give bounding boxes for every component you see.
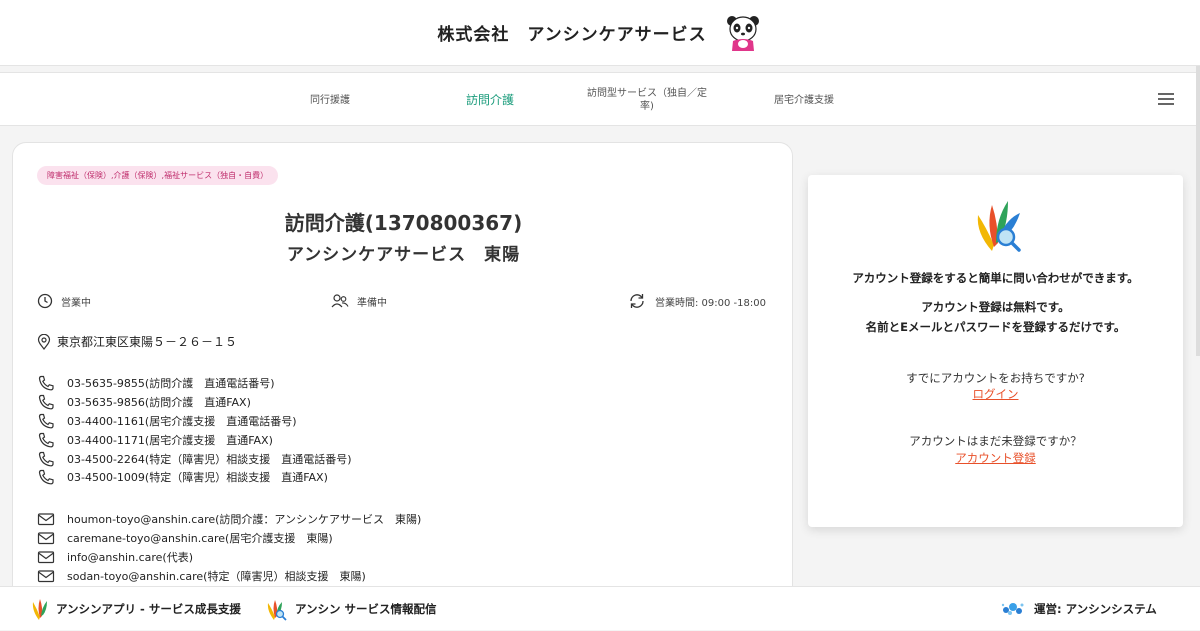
panda-mascot-icon xyxy=(723,13,763,53)
office-name: アンシンケアサービス 東陽 xyxy=(286,245,521,265)
operator-link[interactable]: 運営: アンシンシステム xyxy=(1000,587,1157,631)
company-title[interactable]: 株式会社 アンシンケアサービス xyxy=(437,20,706,45)
address: 東京都江東区東陽５－２６－１５ xyxy=(37,333,237,350)
login-link[interactable]: ログイン xyxy=(808,386,1183,402)
phone-list: 03-5635-9855(訪問介護 直通電話番号) 03-5635-9856(訪… xyxy=(37,374,352,487)
phone-item[interactable]: 03-4500-1009(特定（障害児）相談支援 直通FAX) xyxy=(37,468,352,487)
status-open: 営業中 xyxy=(37,291,91,311)
tab-kyotaku-kaigo-shien[interactable]: 居宅介護支援 xyxy=(754,73,854,127)
anshin-system-logo-icon xyxy=(1001,603,1024,615)
anshin-info-link[interactable]: アンシン サービス情報配信 xyxy=(267,587,437,631)
hamburger-menu-icon[interactable] xyxy=(1158,93,1174,105)
service-title: 訪問介護(1370800367) xyxy=(284,211,523,235)
tab-houmon-gata-service[interactable]: 訪問型サービス（独自／定 率) xyxy=(580,73,714,127)
phone-item[interactable]: 03-4500-2264(特定（障害児）相談支援 直通電話番号) xyxy=(37,449,352,468)
anshin-search-logo-icon xyxy=(977,201,1021,252)
phone-icon xyxy=(38,376,54,391)
status-preparing: 準備中 xyxy=(331,291,387,311)
account-free-text: アカウント登録は無料です。 xyxy=(921,300,1070,314)
tab-houmon-kaigo[interactable]: 訪問介護 xyxy=(440,73,540,127)
site-footer: アンシンアプリ - サービス成長支援 アンシン サービス情報配信 運営: アンシ… xyxy=(0,586,1200,630)
have-account-question: すでにアカウントをお持ちですか? xyxy=(906,371,1085,385)
office-detail-card: 障害福祉（保険）,介護（保険）,福祉サービス（独自・自費） 訪問介護(13708… xyxy=(12,142,793,602)
tab-doukou-engo[interactable]: 同行援護 xyxy=(280,73,380,127)
service-nav: 同行援護 訪問介護 訪問型サービス（独自／定 率) 居宅介護支援 xyxy=(0,72,1196,126)
page-scrollbar[interactable] xyxy=(1196,66,1200,356)
anshin-search-logo-icon xyxy=(267,600,287,621)
account-benefit-text: アカウント登録をすると簡単に問い合わせができます。 xyxy=(852,271,1139,285)
location-pin-icon xyxy=(37,333,51,350)
anshin-app-link[interactable]: アンシンアプリ - サービス成長支援 xyxy=(32,587,241,631)
refresh-icon xyxy=(630,294,644,308)
account-requirements-text: 名前とEメールとパスワードを登録するだけです。 xyxy=(865,320,1126,334)
phone-item[interactable]: 03-5635-9855(訪問介護 直通電話番号) xyxy=(37,374,352,393)
phone-item[interactable]: 03-4400-1161(居宅介護支援 直通電話番号) xyxy=(37,412,352,431)
business-hours: 営業時間: 09:00 -18:00 xyxy=(627,291,766,311)
email-item[interactable]: info@anshin.care(代表) xyxy=(37,548,421,567)
phone-icon xyxy=(38,432,54,448)
mail-icon xyxy=(37,532,55,545)
phone-icon xyxy=(38,470,54,485)
users-icon xyxy=(331,294,349,308)
phone-icon xyxy=(38,413,54,429)
phone-item[interactable]: 03-5635-9856(訪問介護 直通FAX) xyxy=(37,393,352,412)
site-header: 株式会社 アンシンケアサービス xyxy=(0,0,1200,66)
register-link[interactable]: アカウント登録 xyxy=(808,450,1183,466)
email-item[interactable]: houmon-toyo@anshin.care(訪問介護：アンシンケアサービス … xyxy=(37,510,421,529)
anshin-app-logo-icon xyxy=(32,599,47,620)
email-item[interactable]: caremane-toyo@anshin.care(居宅介護支援 東陽) xyxy=(37,529,421,548)
phone-icon xyxy=(38,395,54,410)
mail-icon xyxy=(37,570,55,582)
phone-icon xyxy=(38,451,54,466)
no-account-question: アカウントはまだ未登録ですか？ xyxy=(909,434,1082,448)
mail-icon xyxy=(37,513,55,526)
category-tag: 障害福祉（保険）,介護（保険）,福祉サービス（独自・自費） xyxy=(37,166,279,185)
email-list: houmon-toyo@anshin.care(訪問介護：アンシンケアサービス … xyxy=(37,510,421,585)
phone-item[interactable]: 03-4400-1171(居宅介護支援 直通FAX) xyxy=(37,430,352,449)
account-promo-card: アカウント登録をすると簡単に問い合わせができます。 アカウント登録は無料です。 … xyxy=(808,175,1183,527)
mail-icon xyxy=(37,551,55,564)
email-item[interactable]: sodan-toyo@anshin.care(特定（障害児）相談支援 東陽) xyxy=(37,566,421,585)
clock-icon xyxy=(37,293,53,309)
